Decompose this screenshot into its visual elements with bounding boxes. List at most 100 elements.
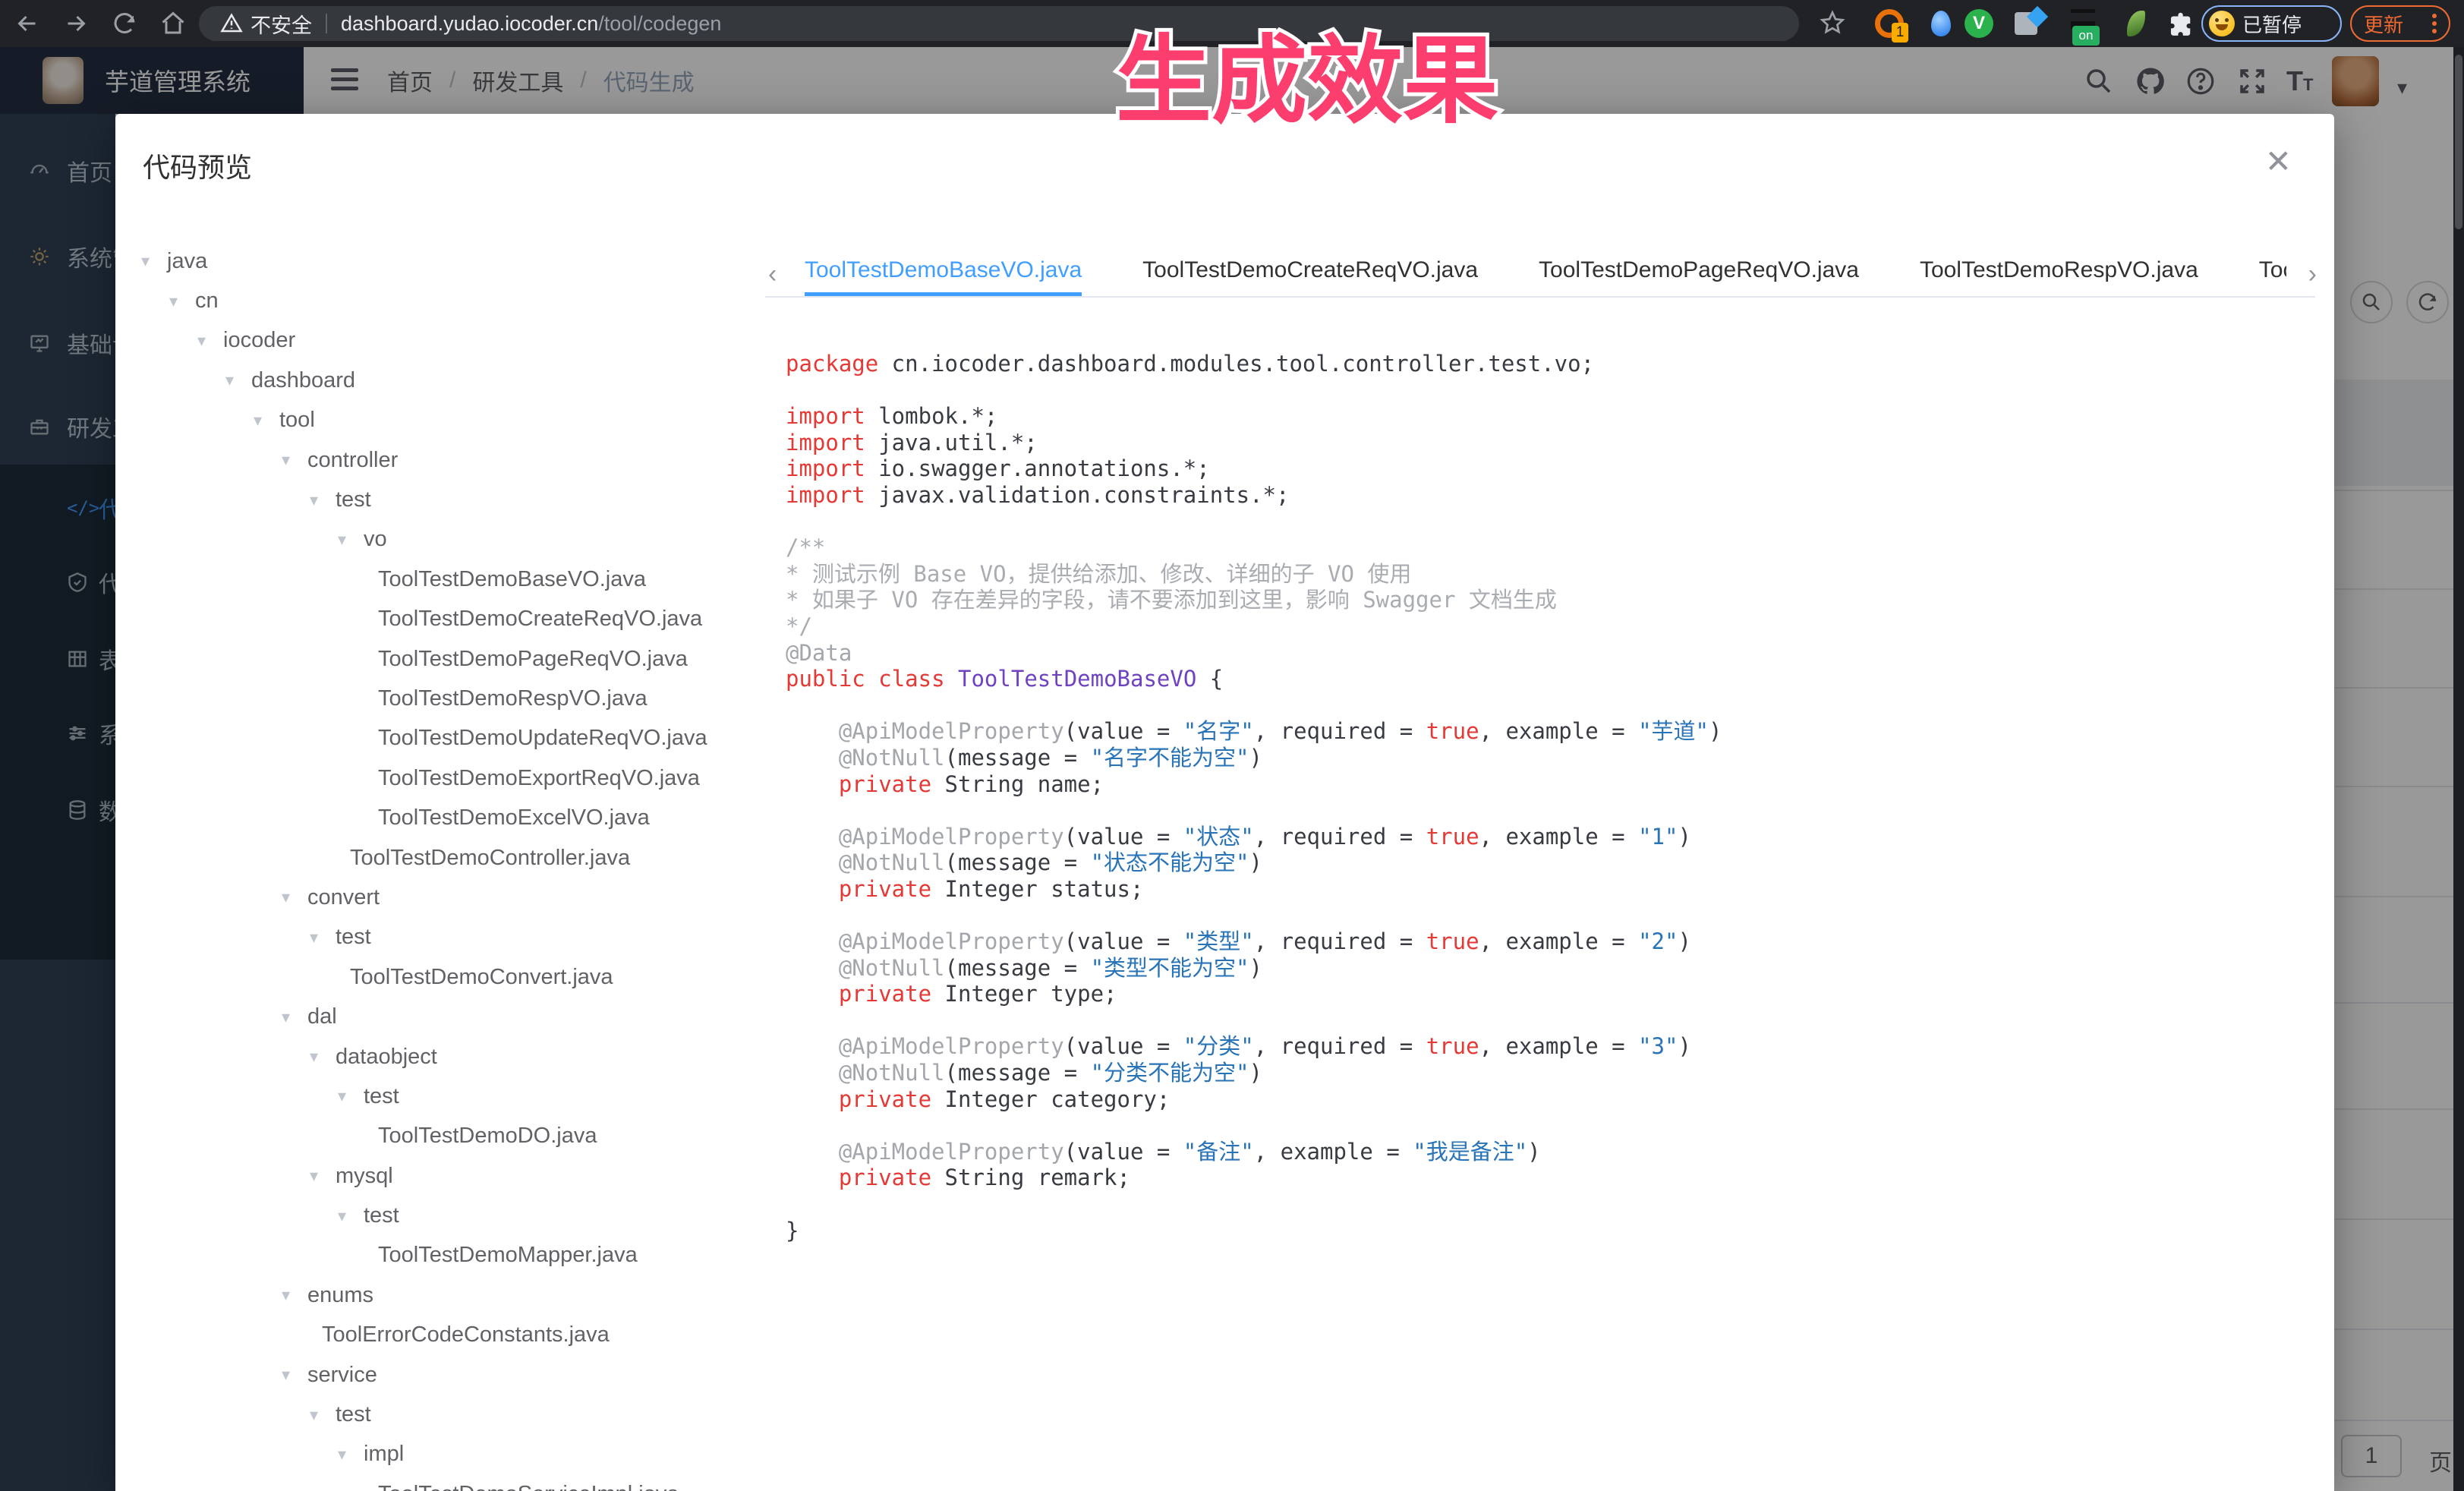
forward-icon[interactable] (62, 10, 90, 37)
extension-leaf-icon[interactable] (2121, 9, 2150, 38)
tree-file[interactable]: ToolTestDemoController.java (115, 838, 761, 878)
bookmark-star-icon[interactable] (1819, 9, 1846, 36)
code-line: @NotNull(message = "状态不能为空") (786, 850, 2319, 876)
tree-item-label: test (336, 487, 371, 512)
tabs-prev-icon[interactable]: ‹ (768, 260, 777, 289)
tree-folder[interactable]: ▾dal (115, 997, 761, 1036)
tree-folder[interactable]: ▾vo (115, 520, 761, 560)
extension-diamond-icon[interactable] (2013, 9, 2042, 38)
code-line: private Integer status; (786, 876, 2319, 903)
tree-folder[interactable]: ▾dataobject (115, 1037, 761, 1076)
profile-paused-button[interactable]: 已暂停 (2201, 5, 2342, 42)
extension-orange-icon[interactable]: 1 (1875, 9, 1904, 38)
code-line: * 如果子 VO 存在差异的字段，请不要添加到这里，影响 Swagger 文档生… (786, 587, 2319, 613)
tree-file[interactable]: ToolErrorCodeConstants.java (115, 1316, 761, 1355)
caret-down-icon[interactable]: ▾ (310, 1047, 329, 1067)
code-line: @NotNull(message = "名字不能为空") (786, 745, 2319, 771)
caret-down-icon[interactable]: ▾ (197, 331, 217, 351)
caret-down-icon[interactable]: ▾ (338, 1206, 358, 1226)
tree-file[interactable]: ToolTestDemoBaseVO.java (115, 560, 761, 599)
tree-folder[interactable]: ▾convert (115, 878, 761, 917)
caret-down-icon[interactable]: ▾ (338, 1086, 358, 1106)
caret-down-icon[interactable]: ▾ (282, 887, 301, 907)
caret-down-icon[interactable]: ▾ (338, 1445, 358, 1464)
tab-ToolTestDemoBaseVO.java[interactable]: ToolTestDemoBaseVO.java (805, 249, 1082, 296)
caret-down-icon[interactable]: ▾ (254, 411, 273, 430)
extensions-puzzle-icon[interactable] (2165, 9, 2194, 38)
tree-folder[interactable]: ▾test (115, 1076, 761, 1116)
caret-down-icon[interactable]: ▾ (282, 450, 301, 470)
caret-down-icon[interactable]: ▾ (225, 370, 245, 390)
tree-item-label: ToolTestDemoDO.java (378, 1124, 597, 1149)
update-label: 更新 (2364, 10, 2403, 38)
tree-folder[interactable]: ▾ service (115, 1355, 761, 1395)
home-icon[interactable] (159, 10, 187, 37)
extension-badge: 1 (1892, 23, 1908, 43)
caret-down-icon[interactable]: ▾ (310, 1405, 329, 1425)
caret-down-icon[interactable]: ▾ (141, 251, 161, 271)
tree-folder[interactable]: ▾ test (115, 1395, 761, 1434)
browser-update-button[interactable]: 更新 (2350, 5, 2450, 42)
tree-folder[interactable]: ▾ test (115, 918, 761, 957)
tree-file[interactable]: ToolTestDemoUpdateReqVO.java (115, 719, 761, 758)
close-icon[interactable]: ✕ (2265, 143, 2292, 180)
tree-file[interactable]: ToolTestDemoRespVO.java (115, 679, 761, 718)
tree-file[interactable]: ToolTestDemoPageReqVO.java (115, 639, 761, 679)
refresh-icon[interactable] (111, 10, 138, 37)
tree-file[interactable]: ToolTestDemoExcelVO.java (115, 798, 761, 837)
extension-on-badge: on (2072, 26, 2100, 46)
caret-down-icon[interactable]: ▾ (169, 292, 189, 311)
tree-folder[interactable]: ▾test (115, 1196, 761, 1235)
tree-item-label: test (336, 1402, 371, 1427)
tree-item-label: service (307, 1363, 377, 1388)
scrollbar-thumb[interactable] (2455, 55, 2462, 229)
back-icon[interactable] (14, 10, 41, 37)
dialog-title: 代码预览 (143, 146, 252, 185)
tabs-next-icon[interactable]: › (2308, 260, 2317, 289)
extension-list-on-icon[interactable]: on (2069, 9, 2098, 38)
code-line: */ (786, 613, 2319, 640)
tree-folder[interactable]: ▾enums (115, 1275, 761, 1315)
code-line (786, 797, 2319, 824)
caret-down-icon[interactable]: ▾ (282, 1007, 301, 1027)
tree-item-label: test (336, 925, 371, 950)
tree-folder[interactable]: ▾ cn (115, 281, 761, 320)
browser-scrollbar[interactable] (2453, 47, 2464, 1491)
tree-file[interactable]: ToolTestDemoCreateReqVO.java (115, 600, 761, 639)
extension-green-v-icon[interactable]: V (1965, 9, 1993, 38)
code-line: } (786, 1218, 2319, 1244)
tree-folder[interactable]: ▾tool (115, 401, 761, 440)
tree-file[interactable]: ToolTestDemoDO.java (115, 1117, 761, 1156)
divider (326, 14, 327, 33)
code-line: import lombok.*; (786, 403, 2319, 430)
tree-folder[interactable]: ▾iocoder (115, 321, 761, 361)
tree-file[interactable]: ToolTestDemoConvert.java (115, 957, 761, 997)
tree-file[interactable]: ToolTestDemoMapper.java (115, 1236, 761, 1275)
caret-down-icon[interactable]: ▾ (282, 1365, 301, 1385)
annotation-text: 生成效果 (1116, 27, 1498, 134)
tab-ToolTestDemoCreateReqVO.java[interactable]: ToolTestDemoCreateReqVO.java (1142, 249, 1478, 296)
tab-ToolTe[interactable]: ToolTe (2259, 249, 2286, 296)
code-line (786, 902, 2319, 928)
code-view: package cn.iocoder.dashboard.modules.too… (786, 351, 2319, 1474)
extension-blue-drop-icon[interactable] (1927, 9, 1955, 38)
caret-down-icon[interactable]: ▾ (310, 928, 329, 947)
tree-file[interactable]: ToolTestDemoServiceImpl.java (115, 1474, 761, 1491)
caret-down-icon[interactable]: ▾ (310, 1166, 329, 1186)
tree-item-label: cn (195, 288, 219, 314)
caret-down-icon[interactable]: ▾ (282, 1285, 301, 1305)
caret-down-icon[interactable]: ▾ (310, 490, 329, 510)
tree-folder[interactable]: ▾ test (115, 480, 761, 519)
caret-down-icon[interactable]: ▾ (338, 530, 358, 550)
tree-folder[interactable]: ▾dashboard (115, 361, 761, 400)
tree-folder[interactable]: ▾impl (115, 1435, 761, 1474)
tab-ToolTestDemoRespVO.java[interactable]: ToolTestDemoRespVO.java (1920, 249, 2198, 296)
tree-folder[interactable]: ▾java (115, 241, 761, 281)
tree-folder[interactable]: ▾controller (115, 440, 761, 480)
tree-file[interactable]: ToolTestDemoExportReqVO.java (115, 758, 761, 798)
tree-item-label: ToolTestDemoUpdateReqVO.java (378, 726, 707, 751)
tree-item-label: ToolTestDemoMapper.java (378, 1243, 638, 1268)
tree-folder[interactable]: ▾mysql (115, 1156, 761, 1196)
tab-ToolTestDemoPageReqVO.java[interactable]: ToolTestDemoPageReqVO.java (1539, 249, 1859, 296)
browser-menu-icon[interactable] (2432, 14, 2437, 33)
